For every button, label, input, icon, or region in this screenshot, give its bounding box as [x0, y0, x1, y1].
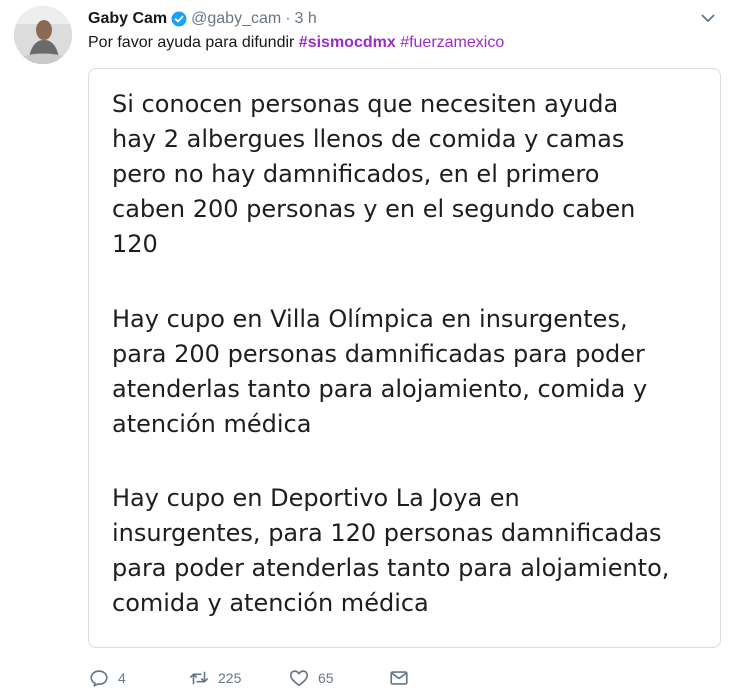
heart-icon — [289, 670, 309, 687]
direct-message-button[interactable] — [388, 667, 410, 689]
image-paragraph: Si conocen personas que necesiten ayuda … — [112, 90, 636, 258]
retweet-count: 225 — [218, 670, 242, 686]
chevron-down-icon[interactable] — [700, 10, 716, 26]
tweet-header: Gaby Cam @gaby_cam · 3 h — [88, 8, 317, 30]
like-button[interactable]: 65 — [288, 667, 388, 689]
reply-icon — [90, 670, 108, 687]
tweet-image[interactable]: Si conocen personas que necesiten ayuda … — [88, 68, 721, 648]
tweet-timestamp[interactable]: 3 h — [295, 10, 317, 28]
reply-count: 4 — [118, 670, 126, 686]
tweet-actions: 4 225 65 — [88, 664, 410, 692]
meta-separator: · — [285, 10, 291, 27]
envelope-icon — [390, 671, 408, 685]
avatar[interactable] — [14, 6, 72, 64]
retweet-icon — [189, 671, 209, 685]
reply-button[interactable]: 4 — [88, 667, 188, 689]
hashtag-link[interactable]: #sismocdmx — [299, 34, 396, 51]
image-paragraph: Hay cupo en Deportivo La Joya en insurge… — [112, 484, 670, 617]
image-paragraph: Hay cupo en Villa Olímpica en insurgente… — [112, 305, 648, 438]
hashtag-link[interactable]: #fuerzamexico — [400, 34, 504, 51]
retweet-button[interactable]: 225 — [188, 667, 288, 689]
like-count: 65 — [318, 670, 334, 686]
verified-badge-icon — [171, 11, 187, 27]
author-handle[interactable]: @gaby_cam — [191, 10, 281, 28]
avatar-photo — [14, 6, 72, 64]
author-name[interactable]: Gaby Cam — [88, 10, 167, 28]
tweet-body: Por favor ayuda para difundir — [88, 34, 299, 51]
tweet-text: Por favor ayuda para difundir #sismocdmx… — [88, 34, 504, 52]
